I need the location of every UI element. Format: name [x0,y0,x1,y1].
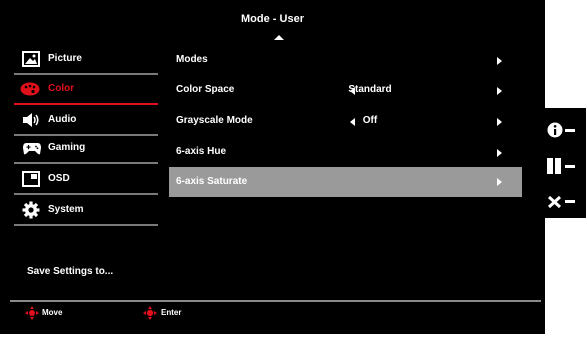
save-settings-item[interactable]: Save Settings to... [27,266,113,277]
menu-row-6-axis-saturate[interactable]: 6-axis Saturate [169,167,522,197]
speaker-icon [23,113,39,127]
menu-row-6-axis-hue[interactable]: 6-axis Hue [169,137,522,167]
sidebar-item-gaming[interactable]: Gaming [14,134,158,164]
divider [14,103,158,105]
side-hotkey-panel [545,108,586,218]
divider [14,162,158,164]
menu-row-label: Modes [176,54,208,65]
sidebar-item-label: System [48,204,84,215]
sidebar-item-label: Color [48,83,75,94]
sidebar-item-system[interactable]: System [14,196,158,226]
osd-menu: Mode - User Picture Color Audio Gaming O… [0,0,545,334]
close-icon[interactable] [547,194,583,210]
menu-row-label: 6-axis Saturate [176,176,248,187]
osd-window-icon [22,171,40,187]
page-title: Mode - User [241,13,304,25]
menu-row-grayscale-mode[interactable]: Grayscale Mode Off [169,106,522,136]
right-arrow-icon[interactable] [497,87,502,95]
footer-enter-label: Enter [161,308,182,317]
sidebar-item-label: Gaming [48,142,86,153]
sidebar-item-label: Picture [48,53,82,64]
info-icon[interactable] [547,122,583,138]
dpad-move-icon [25,306,39,320]
gear-icon [22,201,40,219]
menu-row-label: Grayscale Mode [176,115,253,126]
menu-row-label: 6-axis Hue [176,146,227,157]
right-arrow-icon [497,149,502,157]
menu-row-modes[interactable]: Modes [169,45,522,75]
dpad-enter-icon [143,306,157,320]
color-palette-icon [20,82,40,96]
menu-row-value: Off [362,115,378,126]
menu-row-color-space[interactable]: Color Space Standard [169,75,522,105]
picture-icon [22,51,40,67]
footer-divider [10,300,541,302]
sidebar-item-label: Audio [48,114,77,125]
right-arrow-icon [497,178,502,186]
sidebar-item-color[interactable]: Color [14,75,158,105]
sidebar-item-label: OSD [48,173,70,184]
menu-row-label: Color Space [176,84,235,95]
scroll-up-indicator [274,35,284,40]
divider [14,224,158,226]
sidebar-item-osd[interactable]: OSD [14,165,158,195]
footer-move-label: Move [42,308,63,317]
right-arrow-icon [497,57,502,65]
input-switch-icon[interactable] [547,158,583,174]
menu-row-value: Standard [348,84,392,95]
gamepad-icon [23,143,41,155]
sidebar-item-audio[interactable]: Audio [14,106,158,136]
divider [14,193,158,195]
sidebar-item-picture[interactable]: Picture [14,45,158,75]
right-arrow-icon[interactable] [497,118,502,126]
